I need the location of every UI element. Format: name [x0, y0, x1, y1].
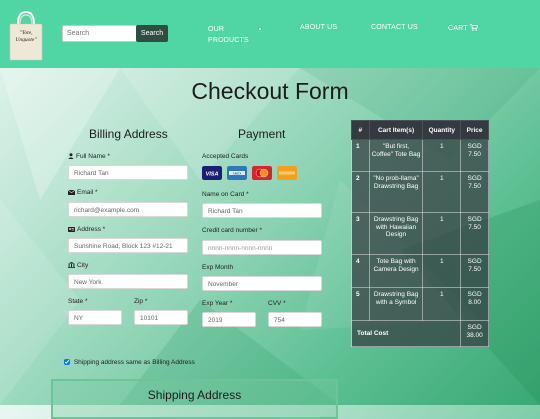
row-item: "But first, Coffee" Tote Bag [368, 139, 424, 172]
city-field[interactable]: New York [68, 274, 188, 289]
row-item: Drawstring Bag with Hawaiian Design [368, 212, 424, 255]
row-price: SGD 7.50 [460, 139, 489, 172]
cart-header-item: Cart Item(s) [368, 120, 424, 140]
dropdown-dot-icon[interactable] [259, 28, 261, 30]
total-label: Total Cost [350, 320, 462, 347]
nav-contact-us[interactable]: CONTACT US [371, 24, 418, 31]
svg-text:VISA: VISA [206, 171, 219, 177]
row-price: SGD 7.50 [460, 171, 489, 213]
address-field[interactable]: Sunshine Road, Block 123 #12-21 [68, 238, 188, 253]
cart-header-num: # [351, 120, 370, 140]
full-name-field[interactable]: Richard Tan [68, 165, 188, 180]
exp-year-label: Exp Year * [202, 300, 233, 307]
svg-text:AMEX: AMEX [233, 171, 242, 175]
row-num: 5 [351, 287, 370, 321]
card-number-label: Credit card number * [202, 227, 262, 234]
nav-cart[interactable]: CART [448, 24, 478, 32]
exp-month-label: Exp Month [202, 264, 234, 271]
row-qty: 1 [422, 212, 462, 255]
total-row: Total Cost SGD 38.00 [350, 320, 489, 347]
row-price: SGD 7.50 [460, 254, 489, 288]
search-input[interactable] [62, 25, 142, 42]
envelope-icon [68, 189, 75, 195]
page-title: Checkout Form [191, 78, 349, 104]
nav-about-us[interactable]: ABOUT US [300, 24, 337, 31]
search-button[interactable]: Search [136, 25, 168, 42]
exp-month-field[interactable]: November [202, 276, 322, 291]
discover-card-icon [277, 166, 297, 180]
nav-cart-label: CART [448, 25, 468, 32]
row-qty: 1 [422, 139, 462, 172]
exp-year-field[interactable]: 2019 [202, 312, 256, 327]
shipping-heading: Shipping Address [147, 388, 242, 402]
row-qty: 1 [422, 254, 462, 288]
visa-card-icon: VISA [202, 166, 222, 180]
full-name-label: Full Name * [68, 153, 110, 160]
row-qty: 1 [422, 287, 462, 321]
row-num: 3 [351, 212, 370, 255]
total-value: SGD 38.00 [460, 320, 489, 347]
cvv-field[interactable]: 754 [268, 312, 322, 327]
cart-table: # Cart Item(s) Quantity Price 1 "But fir… [350, 120, 489, 347]
address-label: Address * [68, 226, 105, 233]
row-price: SGD 7.50 [460, 212, 489, 255]
amex-card-icon: AMEX [227, 166, 247, 180]
cart-header-row: # Cart Item(s) Quantity Price [351, 120, 489, 140]
cvv-label: CVV * [268, 300, 286, 307]
row-num: 2 [351, 171, 370, 213]
email-label: Email * [68, 189, 98, 196]
same-address-checkbox[interactable] [64, 359, 70, 366]
name-on-card-field[interactable]: Richard Tan [202, 203, 322, 218]
mastercard-icon [252, 166, 272, 180]
name-on-card-label: Name on Card * [202, 191, 249, 198]
table-row: 1 "But first, Coffee" Tote Bag 1 SGD 7.5… [351, 139, 489, 172]
table-row: 2 "No prob-llama" Drawstring Bag 1 SGD 7… [351, 171, 489, 213]
nav-our-products[interactable]: OUR PRODUCTS [208, 24, 258, 46]
city-label: City [68, 262, 88, 269]
cart-header-qty: Quantity [422, 120, 462, 140]
row-price: SGD 8.00 [460, 287, 489, 321]
card-number-field[interactable]: nnnn-nnnn-nnnn-nnnn [202, 240, 322, 255]
user-icon [68, 153, 74, 160]
row-num: 4 [351, 254, 370, 288]
same-address-label: Shipping address same as Billing Address [73, 359, 195, 366]
zip-field[interactable]: 10101 [134, 310, 188, 325]
shopping-cart-icon [469, 24, 478, 31]
billing-heading: Billing Address [89, 127, 168, 141]
row-item: "No prob-llama" Drawstring Bag [368, 171, 424, 213]
table-row: 5 Drawstring Bag with a Symbol 1 SGD 8.0… [351, 287, 489, 321]
table-row: 4 Tote Bag with Camera Design 1 SGD 7.50 [351, 254, 489, 288]
email-field[interactable]: richard@example.com [68, 202, 188, 217]
payment-heading: Payment [238, 127, 286, 141]
same-address-row: Shipping address same as Billing Address [64, 359, 195, 366]
row-num: 1 [351, 139, 370, 172]
state-label: State * [68, 298, 88, 305]
logo-text: "Tote, Unquote" [15, 30, 37, 43]
row-item: Tote Bag with Camera Design [368, 254, 424, 288]
institution-icon [68, 262, 75, 269]
shipping-address-panel: Shipping Address [51, 379, 338, 419]
address-card-icon [68, 226, 75, 232]
cart-header-price: Price [460, 120, 489, 140]
row-item: Drawstring Bag with a Symbol [368, 287, 424, 321]
state-field[interactable]: NY [68, 310, 122, 325]
zip-label: Zip * [134, 298, 148, 305]
accepted-cards-label: Accepted Cards [202, 153, 249, 160]
row-qty: 1 [422, 171, 462, 213]
table-row: 3 Drawstring Bag with Hawaiian Design 1 … [351, 212, 489, 255]
